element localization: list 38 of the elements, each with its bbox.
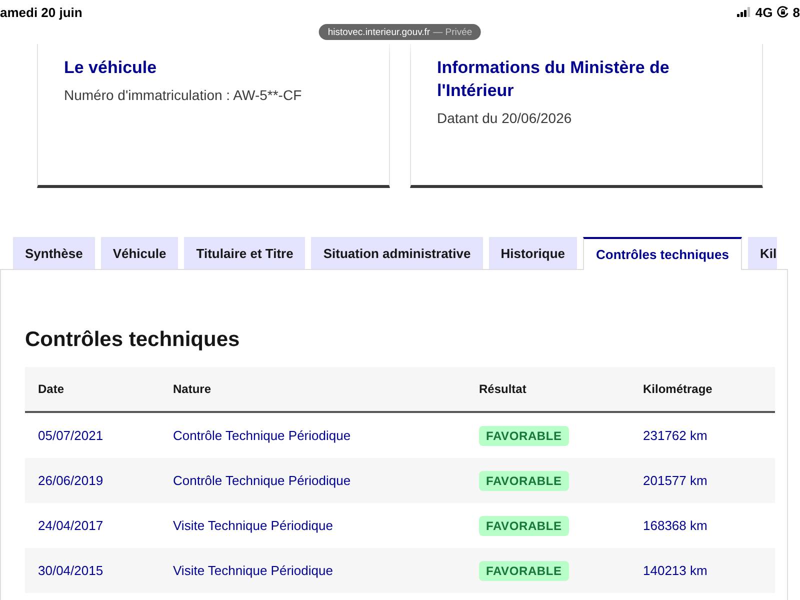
result-badge: FAVORABLE — [479, 426, 569, 446]
result-badge: FAVORABLE — [479, 470, 569, 490]
date-cell: 05/07/2021 — [38, 428, 104, 443]
tab[interactable]: Titulaire et Titre — [184, 237, 306, 269]
card-title: Le véhicule — [64, 57, 157, 79]
mileage-cell: 168368 km — [643, 518, 708, 533]
result-badge: FAVORABLE — [479, 560, 569, 580]
result-badge: FAVORABLE — [479, 516, 569, 536]
card-text: Datant du 20/06/2026 — [437, 109, 572, 128]
column-header: Nature — [173, 382, 212, 396]
card-title: Informations du Ministère de l'Intérieur — [437, 57, 670, 102]
section-heading: Contrôles techniques — [25, 327, 240, 353]
tab[interactable]: Contrôles techniques — [583, 237, 742, 270]
date-cell: 30/04/2015 — [38, 563, 104, 578]
tab[interactable]: Véhicule — [100, 237, 178, 269]
card-text: Numéro d'immatriculation : AW-5**-CF — [64, 86, 302, 105]
date-cell: 24/04/2017 — [38, 518, 104, 533]
mileage-cell: 140213 km — [643, 563, 708, 578]
column-header: Résultat — [479, 382, 526, 396]
cellular-signal-icon — [737, 7, 752, 17]
address-bar[interactable]: histovec.interieur.gouv.fr — Privée — [318, 24, 482, 40]
tab[interactable]: Synthèse — [13, 237, 95, 269]
network-label: 4G — [755, 4, 773, 20]
tab[interactable]: Situation administrative — [311, 237, 483, 269]
tab[interactable]: Kil — [748, 237, 777, 269]
mileage-cell: 201577 km — [643, 473, 708, 488]
column-header: Date — [38, 382, 64, 396]
tab[interactable]: Historique — [488, 237, 578, 269]
rotation-lock-icon — [776, 6, 789, 18]
nature-cell: Visite Technique Périodique — [173, 563, 333, 578]
nature-cell: Visite Technique Périodique — [173, 518, 333, 533]
nature-cell: Contrôle Technique Périodique — [173, 473, 351, 488]
mileage-cell: 231762 km — [643, 428, 708, 443]
column-header: Kilométrage — [643, 382, 712, 396]
status-date: amedi 20 juin — [0, 4, 82, 20]
nature-cell: Contrôle Technique Périodique — [173, 428, 351, 443]
date-cell: 26/06/2019 — [38, 473, 104, 488]
battery-percentage: 8 — [792, 4, 800, 20]
